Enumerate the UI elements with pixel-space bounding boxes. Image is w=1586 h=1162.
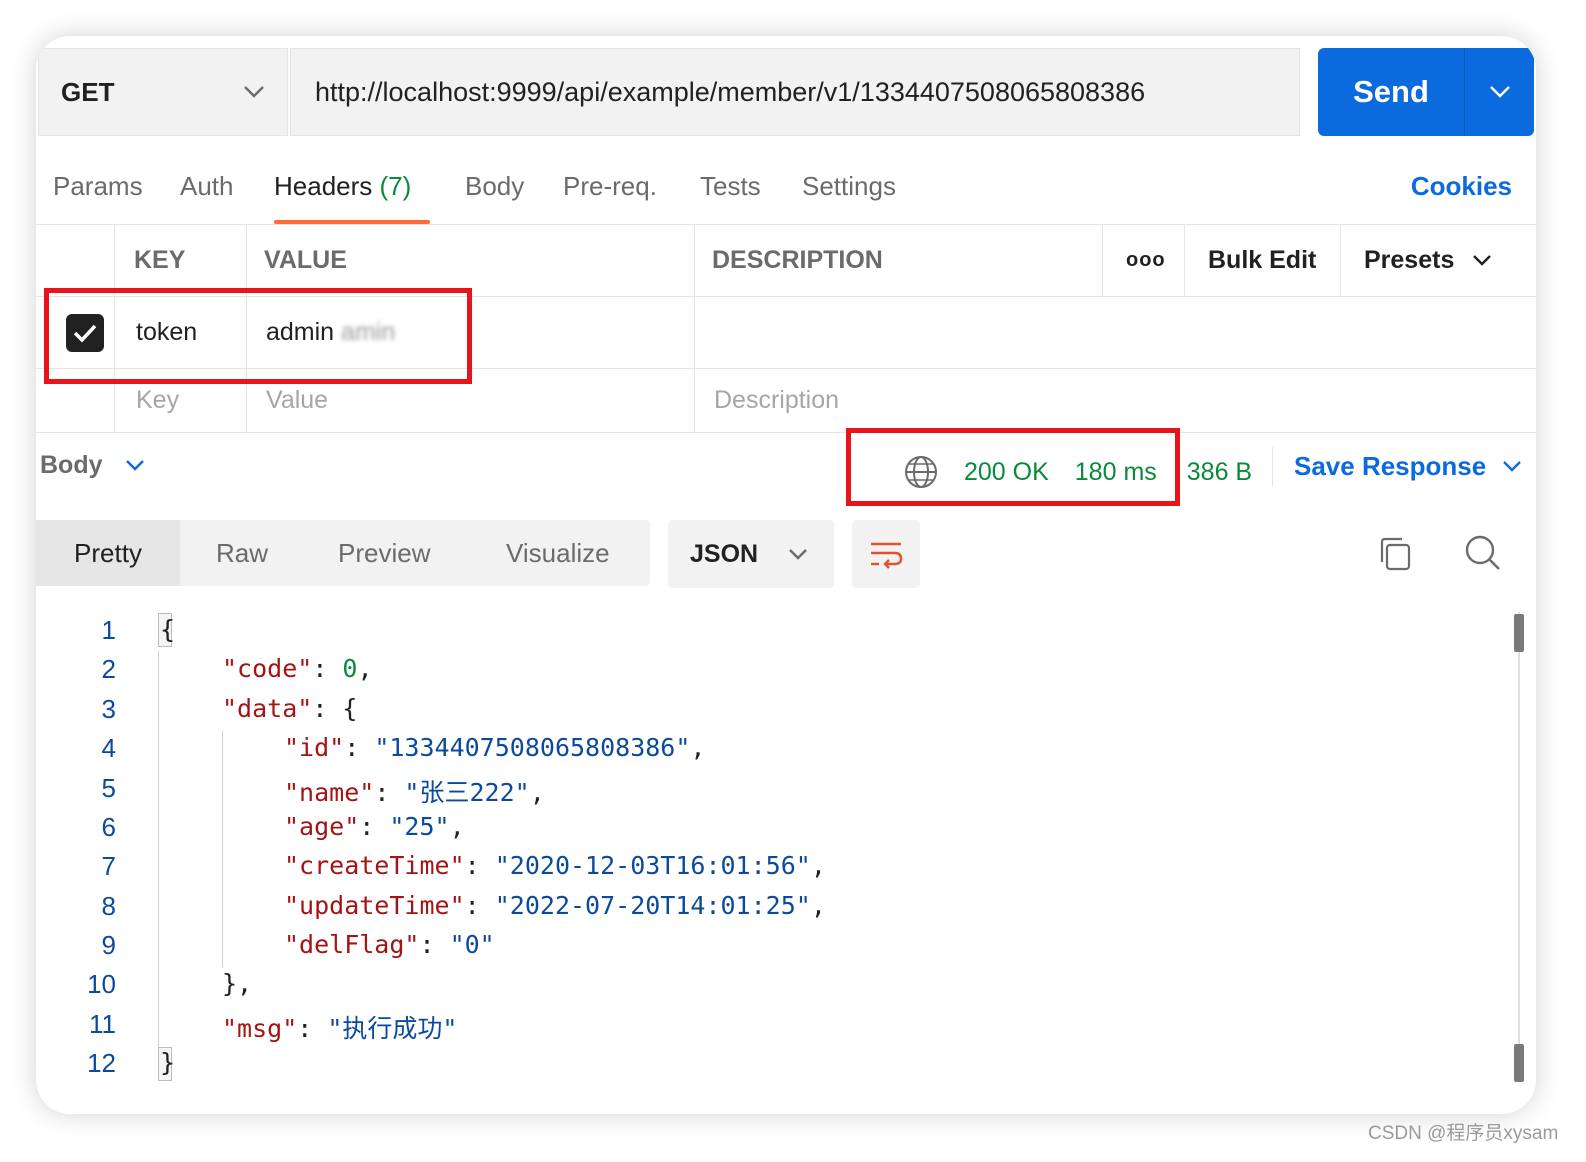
response-time[interactable]: 180 ms [1075, 458, 1157, 487]
response-meta: 200 OK 180 ms 386 B [904, 455, 1252, 489]
code-line: }, [222, 969, 253, 998]
header-row-new: Key Value Description [36, 369, 1536, 433]
postman-window: GET http://localhost:9999/api/example/me… [36, 36, 1536, 1114]
header-row-token: token admin amin [36, 297, 1536, 369]
header-value-obscured: amin [341, 318, 396, 346]
line-number: 7 [101, 851, 116, 881]
line-number: 3 [101, 694, 116, 724]
cookies-link[interactable]: Cookies [1411, 171, 1512, 202]
line-number: 11 [89, 1009, 116, 1039]
chevron-down-icon [789, 548, 807, 560]
bulk-edit-button[interactable]: Bulk Edit [1208, 225, 1316, 296]
presets-dropdown[interactable]: Presets [1364, 225, 1492, 296]
request-tabs: Params Auth Headers (7) Body Pre-req. Te… [36, 166, 1536, 226]
response-code-view[interactable]: 1 2 3 4 5 6 7 8 9 10 11 12 { "code": 0, … [36, 611, 1506, 1101]
code-line: "age": "25", [284, 812, 465, 841]
scroll-thumb[interactable] [1514, 1044, 1524, 1082]
chevron-down-icon [1489, 86, 1510, 98]
headers-table-head: KEY VALUE DESCRIPTION ooo Bulk Edit Pres… [36, 225, 1536, 297]
new-key-input[interactable]: Key [136, 369, 179, 432]
tab-headers-count: (7) [379, 171, 412, 201]
chevron-down-icon [1473, 255, 1492, 266]
view-tab-pretty[interactable]: Pretty [36, 520, 180, 586]
tab-params[interactable]: Params [53, 171, 143, 202]
new-description-input[interactable]: Description [714, 369, 839, 432]
line-number: 4 [101, 733, 116, 763]
view-tab-preview[interactable]: Preview [338, 520, 430, 586]
tab-prereq[interactable]: Pre-req. [563, 171, 657, 202]
method-select[interactable]: GET [38, 48, 288, 136]
chevron-down-icon [125, 460, 144, 471]
line-number: 9 [101, 930, 116, 960]
globe-icon [905, 456, 937, 488]
code-line: "updateTime": "2022-07-20T14:01:25", [284, 891, 826, 920]
send-options-button[interactable] [1464, 48, 1534, 136]
chevron-down-icon [1503, 461, 1522, 472]
column-value: VALUE [264, 246, 347, 274]
send-button[interactable]: Send [1318, 48, 1464, 136]
response-size[interactable]: 386 B [1187, 458, 1252, 487]
header-enabled-checkbox[interactable] [66, 297, 104, 368]
tab-auth[interactable]: Auth [180, 171, 234, 202]
code-line: { [160, 615, 176, 644]
url-input[interactable]: http://localhost:9999/api/example/member… [290, 48, 1300, 136]
divider [1272, 447, 1273, 487]
header-key-cell[interactable]: token [136, 297, 197, 368]
code-line: "data": { [222, 694, 358, 723]
code-line: "createTime": "2020-12-03T16:01:56", [284, 851, 826, 880]
save-response-button[interactable]: Save Response [1294, 451, 1522, 482]
response-view-tabs: Pretty Raw Preview Visualize [36, 520, 650, 586]
header-value-text: admin [266, 318, 335, 346]
send-button-group: Send [1318, 48, 1534, 136]
save-response-label: Save Response [1294, 451, 1487, 481]
wrap-lines-icon [871, 542, 903, 569]
scroll-thumb[interactable] [1514, 614, 1524, 652]
code-line: "name": "张三222", [284, 778, 545, 807]
indent-guide [222, 731, 223, 967]
code-line: "code": 0, [222, 654, 373, 683]
column-key: KEY [134, 246, 186, 274]
line-number: 10 [87, 969, 116, 999]
wrap-lines-button[interactable] [852, 520, 920, 588]
chevron-down-icon [244, 86, 264, 98]
new-value-input[interactable]: Value [266, 369, 328, 432]
tab-body[interactable]: Body [465, 171, 524, 202]
watermark: CSDN @程序员xysam [1368, 1123, 1559, 1144]
line-number: 5 [101, 773, 116, 803]
code-line: "msg": "执行成功" [222, 1014, 458, 1043]
line-number: 1 [101, 615, 116, 645]
copy-icon[interactable] [1378, 536, 1412, 572]
tab-settings[interactable]: Settings [802, 171, 896, 202]
line-number: 12 [87, 1048, 116, 1078]
code-line: "id": "1334407508065808386", [284, 733, 706, 762]
headers-table: KEY VALUE DESCRIPTION ooo Bulk Edit Pres… [36, 224, 1536, 433]
tab-tests[interactable]: Tests [700, 171, 761, 202]
status-code[interactable]: 200 OK [964, 458, 1049, 487]
presets-label: Presets [1364, 246, 1455, 274]
response-body-label: Body [40, 451, 103, 479]
line-number: 6 [101, 812, 116, 842]
code-line: } [160, 1048, 176, 1077]
view-tab-visualize[interactable]: Visualize [506, 520, 610, 586]
checkmark-icon [73, 324, 97, 343]
search-icon[interactable] [1464, 534, 1502, 572]
code-scrollbar[interactable] [1514, 612, 1524, 1082]
response-bar: Body 200 OK 180 ms 386 B Save Response [36, 432, 1536, 502]
line-number: 2 [101, 654, 116, 684]
header-value-cell[interactable]: admin amin [266, 297, 395, 368]
line-number: 8 [101, 891, 116, 921]
url-text: http://localhost:9999/api/example/member… [315, 76, 1146, 107]
tab-headers-label: Headers [274, 171, 373, 201]
method-label: GET [61, 76, 115, 107]
format-label: JSON [690, 539, 759, 568]
response-body-dropdown[interactable]: Body [40, 451, 145, 480]
code-line: "delFlag": "0" [284, 930, 495, 959]
format-select[interactable]: JSON [668, 520, 834, 588]
column-description: DESCRIPTION [712, 246, 883, 274]
indent-guide [158, 651, 159, 1081]
view-tab-raw[interactable]: Raw [216, 520, 268, 586]
more-options-button[interactable]: ooo [1126, 225, 1166, 296]
tab-headers[interactable]: Headers (7) [274, 171, 411, 202]
